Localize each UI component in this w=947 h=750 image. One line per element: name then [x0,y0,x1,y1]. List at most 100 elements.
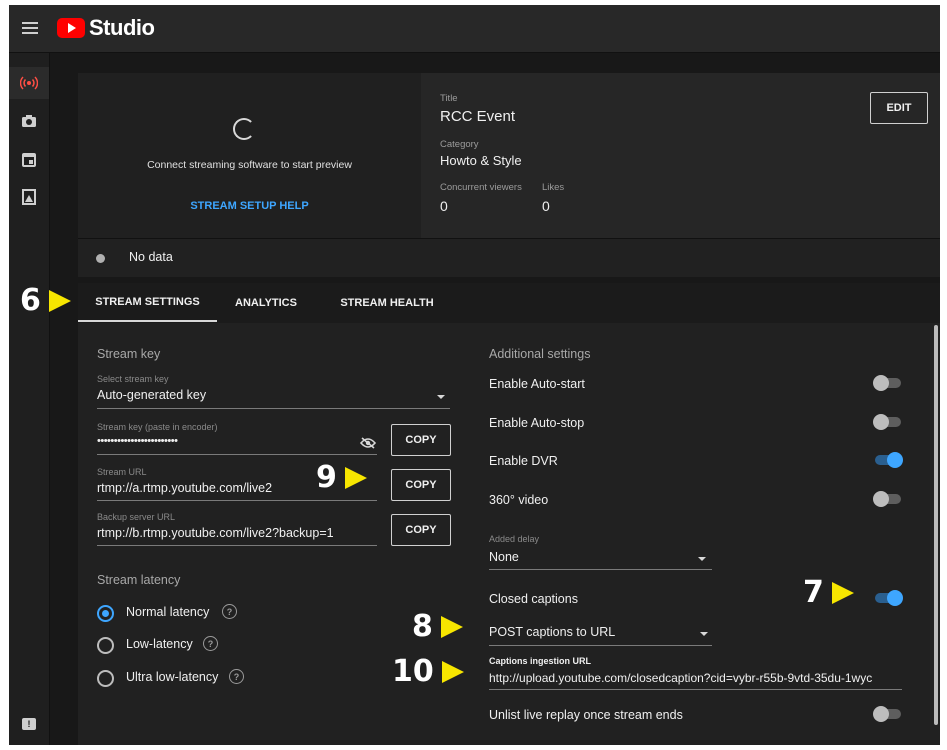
radio-normal-latency[interactable] [97,605,114,622]
ingestion-underline [489,689,902,690]
help-normal-latency-icon[interactable]: ? [222,604,237,619]
copy-stream-key-button[interactable]: COPY [391,424,451,456]
arrow-icon [344,467,367,489]
stream-title: RCC Event [440,108,516,125]
likes-label: Likes [542,182,565,193]
unlist-replay-toggle[interactable] [873,706,903,722]
stream-key-underline [97,454,377,455]
additional-settings-heading: Additional settings [489,347,591,361]
select-stream-key-label: Select stream key [97,374,169,384]
likes-value: 0 [542,198,550,214]
hide-key-eye-icon[interactable] [359,436,377,454]
edit-button[interactable]: EDIT [870,92,928,124]
chevron-down-icon[interactable] [698,557,706,561]
loading-spinner-icon [233,118,255,140]
callout-10: 10 [392,657,464,687]
captions-ingestion-url-field[interactable]: http://upload.youtube.com/closedcaption?… [489,671,902,685]
stream-setup-help-link[interactable]: STREAM SETUP HELP [78,200,421,212]
dvr-label: Enable DVR [489,454,558,468]
scrollbar[interactable] [934,325,938,725]
stream-url-underline [97,500,377,501]
top-bar: Studio [9,5,940,53]
callout-8: 8 [412,612,463,642]
stream-key-field[interactable]: •••••••••••••••••••••••• [97,435,347,447]
preview-message: Connect streaming software to start prev… [147,159,352,171]
callout-number: 9 [316,460,337,495]
chevron-down-icon[interactable] [700,632,708,636]
stream-preview: Connect streaming software to start prev… [78,73,421,238]
stream-settings-panel: Stream key Select stream key Auto-genera… [78,323,940,745]
closed-captions-toggle[interactable] [873,590,903,606]
copy-backup-url-button[interactable]: COPY [391,514,451,546]
auto-stop-toggle[interactable] [873,414,903,430]
select-stream-key-value[interactable]: Auto-generated key [97,388,417,402]
help-low-latency-icon[interactable]: ? [203,636,218,651]
callout-number: 6 [20,283,41,318]
camera-icon[interactable] [9,105,49,137]
captions-method-underline [489,645,712,646]
tab-stream-settings[interactable]: STREAM SETTINGS [78,283,217,322]
callout-number: 8 [412,609,433,644]
auto-start-label: Enable Auto-start [489,377,585,391]
normal-latency-label: Normal latency [126,605,210,619]
main-content: Connect streaming software to start prev… [50,53,940,745]
arrow-icon [440,616,463,638]
dvr-toggle[interactable] [873,452,903,468]
status-dot-icon [96,254,105,263]
video-360-label: 360° video [489,493,549,507]
copy-stream-url-button[interactable]: COPY [391,469,451,501]
app-name: Studio [89,15,155,40]
studio-logo[interactable]: Studio [57,14,155,42]
unlist-replay-label: Unlist live replay once stream ends [489,708,683,722]
radio-ultra-low-latency[interactable] [97,670,114,687]
help-ultra-low-latency-icon[interactable]: ? [229,669,244,684]
ultra-low-latency-label: Ultra low-latency [126,670,219,684]
arrow-icon [48,290,71,312]
stream-key-heading: Stream key [97,347,161,361]
youtube-logo-icon [57,18,85,38]
stream-key-label: Stream key (paste in encoder) [97,422,218,432]
title-label: Title [440,93,458,104]
added-delay-select[interactable]: None [489,550,669,564]
manage-icon[interactable] [9,181,49,213]
auto-start-toggle[interactable] [873,375,903,391]
tab-analytics[interactable]: ANALYTICS [226,283,306,322]
feedback-icon[interactable]: ! [22,718,36,730]
arrow-icon [831,582,854,604]
callout-6: 6 [20,286,71,316]
tab-stream-health[interactable]: STREAM HEALTH [326,283,448,322]
stream-latency-heading: Stream latency [97,573,181,587]
backup-url-label: Backup server URL [97,512,176,522]
closed-captions-label: Closed captions [489,592,578,606]
backup-url-field[interactable]: rtmp://b.rtmp.youtube.com/live2?backup=1 [97,526,377,540]
auto-stop-label: Enable Auto-stop [489,416,585,430]
stream-url-label: Stream URL [97,467,147,477]
low-latency-label: Low-latency [126,637,193,651]
studio-window: Studio ! Connect streaming software to s… [9,5,940,745]
arrow-icon [441,661,464,683]
added-delay-label: Added delay [489,534,540,544]
status-text: No data [129,250,173,264]
stream-status-bar: No data [78,238,940,277]
captions-method-select[interactable]: POST captions to URL [489,625,689,639]
category-label: Category [440,139,479,150]
video-360-toggle[interactable] [873,491,903,507]
menu-icon[interactable] [22,19,38,35]
select-underline [97,408,450,409]
callout-9: 9 [316,463,367,493]
left-nav: ! [9,53,50,745]
tab-bar: STREAM SETTINGS ANALYTICS STREAM HEALTH [78,283,940,324]
stream-category: Howto & Style [440,153,522,168]
chevron-down-icon[interactable] [437,395,445,399]
live-broadcast-icon[interactable] [9,67,49,99]
concurrent-viewers-label: Concurrent viewers [440,182,522,193]
calendar-icon[interactable] [9,143,49,175]
callout-number: 7 [803,575,824,610]
stream-info-panel: Title RCC Event Category Howto & Style C… [421,73,940,238]
callout-7: 7 [803,578,854,608]
delay-underline [489,569,712,570]
callout-number: 10 [392,654,434,689]
concurrent-viewers-value: 0 [440,198,448,214]
backup-url-underline [97,545,377,546]
radio-low-latency[interactable] [97,637,114,654]
